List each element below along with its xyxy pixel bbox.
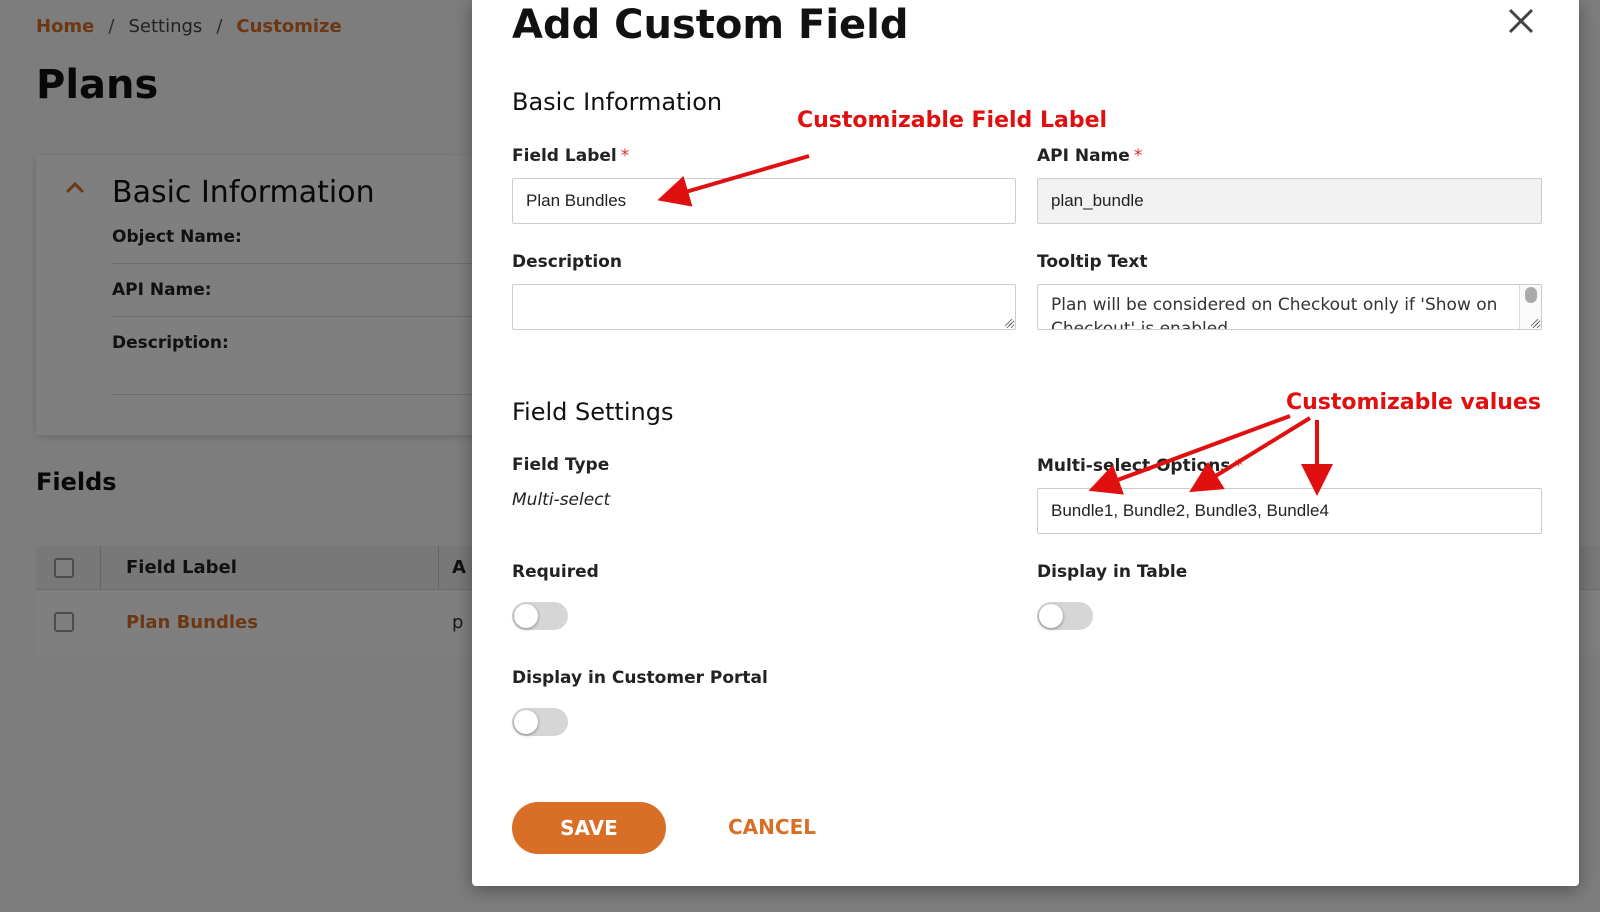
field-settings-heading: Field Settings <box>512 398 674 426</box>
annotation-field-label-note: Customizable Field Label <box>797 108 1108 133</box>
required-marker: * <box>1234 456 1243 476</box>
display-in-table-toggle[interactable] <box>1037 602 1093 630</box>
multi-select-options-input[interactable] <box>1037 488 1542 534</box>
toggle-knob <box>514 710 538 734</box>
tooltip-text-label: Tooltip Text <box>1037 252 1148 272</box>
resize-grip-icon[interactable] <box>1003 317 1013 327</box>
save-button[interactable]: SAVE <box>512 802 666 854</box>
field-label-label: Field Label * <box>512 146 629 166</box>
description-textarea[interactable] <box>512 284 1016 330</box>
api-name-text: API Name <box>1037 146 1130 166</box>
toggle-knob <box>1039 604 1063 628</box>
api-name-input[interactable] <box>1037 178 1542 224</box>
field-label-text: Field Label <box>512 146 617 166</box>
display-in-customer-portal-label: Display in Customer Portal <box>512 668 768 688</box>
tooltip-text-textarea[interactable]: Plan will be considered on Checkout only… <box>1037 284 1542 330</box>
tooltip-text-value: Plan will be considered on Checkout only… <box>1051 295 1498 330</box>
required-marker: * <box>620 146 630 166</box>
field-label-input[interactable] <box>512 178 1016 224</box>
api-name-label: API Name * <box>1037 146 1142 166</box>
field-type-value: Multi-select <box>512 490 611 510</box>
required-label: Required <box>512 562 599 582</box>
scrollbar-thumb[interactable] <box>1525 287 1537 303</box>
field-type-label: Field Type <box>512 455 610 475</box>
display-in-customer-portal-toggle[interactable] <box>512 708 568 736</box>
required-toggle[interactable] <box>512 602 568 630</box>
multi-select-options-text: Multi-select Options <box>1037 456 1231 476</box>
required-marker: * <box>1133 146 1143 166</box>
multi-select-options-label: Multi-select Options * <box>1037 456 1243 476</box>
basic-information-heading: Basic Information <box>512 88 723 116</box>
close-icon[interactable] <box>1506 6 1536 36</box>
modal-title: Add Custom Field <box>512 2 909 48</box>
display-in-table-label: Display in Table <box>1037 562 1188 582</box>
description-label: Description <box>512 252 622 272</box>
annotation-values-note: Customizable values <box>1286 390 1541 415</box>
toggle-knob <box>514 604 538 628</box>
textarea-scrollbar[interactable] <box>1519 285 1541 329</box>
cancel-button[interactable]: CANCEL <box>728 815 816 839</box>
resize-grip-icon[interactable] <box>1529 317 1539 327</box>
